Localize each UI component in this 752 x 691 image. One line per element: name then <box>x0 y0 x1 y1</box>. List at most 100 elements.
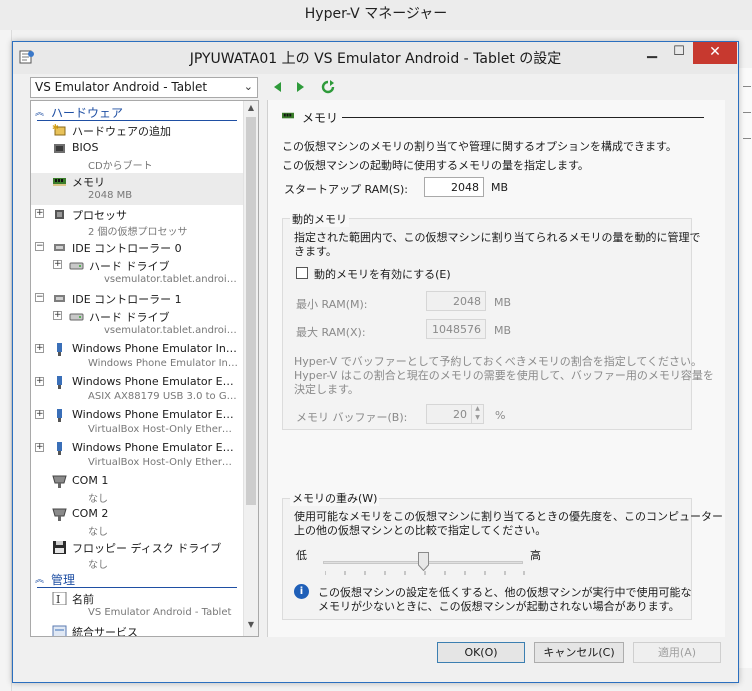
tree-item-network-adapter-internal[interactable]: + Windows Phone Emulator Inter... Window… <box>31 341 243 373</box>
management-section-header[interactable]: ︽ 管理 <box>31 572 243 588</box>
memory-weight-slider-ticks <box>325 571 525 575</box>
svg-text:✱: ✱ <box>52 124 59 132</box>
spin-down-icon[interactable]: ▼ <box>472 413 483 422</box>
weight-info-text-2: メモリが少ないときに、この仮想マシンが起動されない場合があります。 <box>318 600 680 613</box>
tree-item-network-adapter-external-1[interactable]: + Windows Phone Emulator Exter... ASIX A… <box>31 374 243 406</box>
maximize-button[interactable]: ☐ <box>666 42 692 64</box>
settings-tree: ︽ ハードウェア ✱ ハードウェアの追加 BIOS CDからブート メモリ 20… <box>30 100 259 637</box>
scroll-down-icon[interactable]: ▼ <box>244 620 258 634</box>
tree-item-processor[interactable]: + プロセッサ 2 個の仮想プロセッサ <box>31 206 243 238</box>
collapse-node-icon[interactable]: − <box>35 293 44 302</box>
com-port-icon <box>52 475 67 488</box>
memory-module-icon <box>53 178 66 186</box>
memory-buffer-unit: % <box>495 409 506 422</box>
minimum-ram-unit: MB <box>494 296 512 309</box>
dialog-title: JPYUWATA01 上の VS Emulator Android - Tabl… <box>189 51 562 67</box>
next-arrow-icon[interactable] <box>293 80 307 94</box>
ide-controller-icon <box>54 244 65 251</box>
tree-item-network-adapter-external-2[interactable]: + Windows Phone Emulator Exter... Virtua… <box>31 407 243 439</box>
settings-dialog: JPYUWATA01 上の VS Emulator Android - Tabl… <box>12 41 739 683</box>
hyperv-manager-right-edge <box>738 68 752 668</box>
collapse-icon: ︽ <box>35 575 45 585</box>
tree-item-com2[interactable]: COM 2 なし <box>31 506 243 538</box>
tree-scrollbar[interactable]: ▲ ▼ <box>243 101 258 636</box>
processor-icon <box>55 210 64 219</box>
enable-dynamic-memory-checkbox[interactable] <box>296 267 308 279</box>
tree-item-hard-drive-1[interactable]: + ハード ドライブ vsemulator.tablet.android.... <box>31 308 243 340</box>
integration-services-icon <box>52 625 67 636</box>
maximum-ram-unit: MB <box>494 324 512 337</box>
expand-icon[interactable]: + <box>35 443 44 452</box>
svg-text:I: I <box>56 593 60 605</box>
expand-icon[interactable]: + <box>35 344 44 353</box>
minimum-ram-input[interactable]: 2048 <box>426 291 486 311</box>
minimum-ram-label: 最小 RAM(M): <box>296 298 368 311</box>
dynamic-memory-desc-2: きます。 <box>294 245 337 258</box>
maximum-ram-input[interactable]: 1048576 <box>426 319 486 339</box>
network-adapter-icon <box>57 343 62 356</box>
enable-dynamic-memory-label: 動的メモリを有効にする(E) <box>314 268 451 281</box>
dialog-titlebar: JPYUWATA01 上の VS Emulator Android - Tabl… <box>13 42 738 74</box>
hyperv-manager-left-strip <box>0 30 12 691</box>
hardware-section-header[interactable]: ︽ ハードウェア <box>31 105 243 121</box>
tree-item-floppy-drive[interactable]: フロッピー ディスク ドライブ なし <box>31 539 243 571</box>
startup-ram-label: スタートアップ RAM(S): <box>284 183 408 196</box>
chevron-down-icon: ⌄ <box>243 80 253 93</box>
expand-icon[interactable]: + <box>53 260 62 269</box>
memory-weight-title: メモリの重み(W) <box>290 490 380 506</box>
tree-item-ide-controller-1[interactable]: − IDE コントローラー 1 <box>31 290 243 308</box>
com-port-icon <box>52 508 67 521</box>
name-text-icon: I <box>52 592 67 605</box>
hard-drive-icon <box>69 313 84 321</box>
network-adapter-icon <box>57 409 62 422</box>
tree-item-ide-controller-0[interactable]: − IDE コントローラー 0 <box>31 239 243 257</box>
previous-arrow-icon[interactable] <box>271 80 285 94</box>
memory-weight-desc-2: 上の他の仮想マシンとの比較で指定してください。 <box>294 524 547 537</box>
hard-drive-icon <box>69 262 84 270</box>
memory-weight-slider-thumb[interactable] <box>418 552 429 571</box>
expand-icon[interactable]: + <box>35 377 44 386</box>
tree-item-bios[interactable]: BIOS CDからブート <box>31 140 243 172</box>
maximum-ram-label: 最大 RAM(X): <box>296 326 366 339</box>
bios-chip-icon <box>54 144 65 153</box>
tree-item-network-adapter-external-3[interactable]: + Windows Phone Emulator Exter... Virtua… <box>31 440 243 472</box>
ide-controller-icon <box>54 295 65 302</box>
vm-selector-value: VS Emulator Android - Tablet <box>35 80 208 94</box>
hyperv-manager-title: Hyper-V マネージャー <box>304 6 448 22</box>
dynamic-memory-desc-1: 指定された範囲内で、この仮想マシンに割り当てられるメモリの量を動的に管理で <box>294 231 701 244</box>
memory-settings-pane: メモリ この仮想マシンのメモリの割り当てや管理に関するオプションを構成できます。… <box>267 100 725 637</box>
vm-selector-dropdown[interactable]: VS Emulator Android - Tablet ⌄ <box>30 77 258 98</box>
memory-description: この仮想マシンのメモリの割り当てや管理に関するオプションを構成できます。 <box>282 140 677 153</box>
tree-item-memory[interactable]: メモリ 2048 MB <box>31 173 243 205</box>
memory-buffer-spinner[interactable]: ▲ ▼ <box>471 404 483 424</box>
tree-item-integration-services[interactable]: 統合サービス <box>31 623 243 636</box>
network-adapter-icon <box>57 442 62 455</box>
collapse-node-icon[interactable]: − <box>35 242 44 251</box>
network-adapter-icon <box>57 376 62 389</box>
startup-ram-unit: MB <box>491 181 509 194</box>
memory-module-icon <box>282 112 294 119</box>
buffer-desc-3: 決定します。 <box>294 383 359 396</box>
refresh-icon[interactable] <box>321 80 335 94</box>
memory-pane-title: メモリ <box>302 111 339 125</box>
minimize-button[interactable]: ▁ <box>639 42 665 64</box>
startup-ram-input[interactable]: 2048 <box>424 177 484 197</box>
tree-item-name[interactable]: I 名前 VS Emulator Android - Tablet <box>31 590 243 622</box>
tree-item-com1[interactable]: COM 1 なし <box>31 473 243 505</box>
startup-description: この仮想マシンの起動時に使用するメモリの量を指定します。 <box>282 159 589 172</box>
apply-button[interactable]: 適用(A) <box>633 642 721 663</box>
close-button[interactable]: ✕ <box>693 42 737 64</box>
spin-up-icon[interactable]: ▲ <box>472 404 483 413</box>
expand-icon[interactable]: + <box>35 209 44 218</box>
floppy-disk-icon <box>53 541 66 554</box>
tree-item-hard-drive-0[interactable]: + ハード ドライブ vsemulator.tablet.android.... <box>31 257 243 289</box>
weight-low-label: 低 <box>296 549 307 562</box>
scroll-up-icon[interactable]: ▲ <box>244 103 258 117</box>
scroll-thumb[interactable] <box>246 117 256 505</box>
expand-icon[interactable]: + <box>53 311 62 320</box>
cancel-button[interactable]: キャンセル(C) <box>534 642 624 663</box>
dynamic-memory-title: 動的メモリ <box>290 211 349 227</box>
expand-icon[interactable]: + <box>35 410 44 419</box>
ok-button[interactable]: OK(O) <box>437 642 525 663</box>
info-icon: i <box>294 584 309 599</box>
